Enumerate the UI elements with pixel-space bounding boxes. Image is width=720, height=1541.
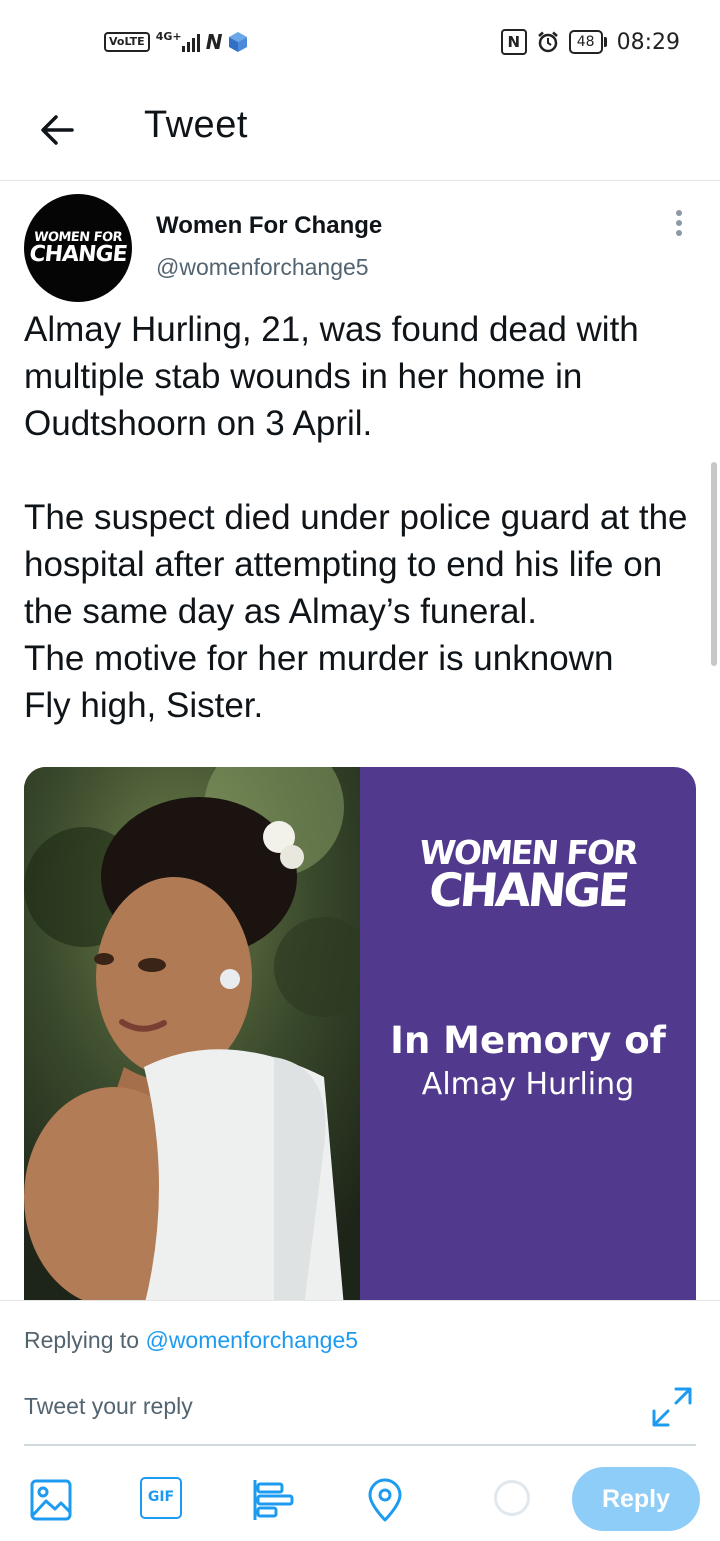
char-counter-icon: [494, 1480, 530, 1516]
gif-icon[interactable]: GIF: [140, 1477, 182, 1519]
battery-level: 48: [568, 30, 603, 54]
tweet-paragraph-1: Almay Hurling, 21, was found dead with m…: [24, 310, 639, 443]
back-arrow-icon[interactable]: [36, 108, 80, 152]
composer-divider: [24, 1444, 696, 1446]
nfc-icon: N: [500, 29, 527, 55]
memorial-card: WOMEN FOR CHANGE In Memory of Almay Hurl…: [360, 767, 696, 1307]
n-notification-icon: N: [205, 30, 223, 54]
cube-notification-icon: [229, 32, 248, 52]
volte-badge: VoLTE: [104, 32, 150, 52]
replying-to-handle[interactable]: @womenforchange5: [145, 1327, 358, 1353]
signal-icon: [181, 32, 200, 52]
scrollbar[interactable]: [711, 462, 717, 666]
status-right: N 48 08:29: [500, 26, 680, 58]
portrait-image: [24, 767, 360, 1307]
tweet-media[interactable]: WOMEN FOR CHANGE In Memory of Almay Hurl…: [24, 767, 696, 1307]
reply-button[interactable]: Reply: [572, 1467, 700, 1531]
memorial-name: Almay Hurling: [421, 1067, 635, 1102]
author-name[interactable]: Women For Change: [156, 212, 382, 240]
author-handle[interactable]: @womenforchange5: [156, 254, 369, 281]
status-time: 08:29: [616, 29, 680, 55]
tweet-paragraph-2: The suspect died under police guard at t…: [24, 498, 688, 631]
memorial-heading: In Memory of: [390, 1019, 666, 1062]
tweet-line-3: The motive for her murder is unknown: [24, 639, 614, 678]
poll-icon[interactable]: [250, 1477, 296, 1523]
battery-icon: 48: [568, 30, 607, 54]
reply-input[interactable]: [24, 1393, 624, 1420]
status-left: VoLTE 4G+ N: [104, 26, 248, 58]
more-options-icon[interactable]: [664, 206, 694, 246]
status-bar: VoLTE 4G+ N N 48 08:29: [0, 0, 720, 84]
author-avatar[interactable]: WOMEN FOR CHANGE: [24, 194, 132, 302]
page-title: Tweet: [144, 104, 248, 146]
expand-icon[interactable]: [650, 1385, 694, 1429]
tweet-line-4: Fly high, Sister.: [24, 686, 264, 725]
location-icon[interactable]: [362, 1477, 408, 1523]
image-icon[interactable]: [28, 1477, 74, 1523]
card-logo-line2: CHANGE: [426, 863, 630, 917]
network-type: 4G+: [155, 30, 182, 43]
tweet-text: Almay Hurling, 21, was found dead with m…: [24, 306, 704, 729]
reply-composer: Replying to @womenforchange5 GIF Reply: [0, 1300, 720, 1541]
alarm-icon: [537, 31, 558, 53]
memorial-photo: [24, 767, 360, 1307]
app-header: Tweet: [0, 84, 720, 181]
replying-to: Replying to @womenforchange5: [24, 1327, 359, 1353]
